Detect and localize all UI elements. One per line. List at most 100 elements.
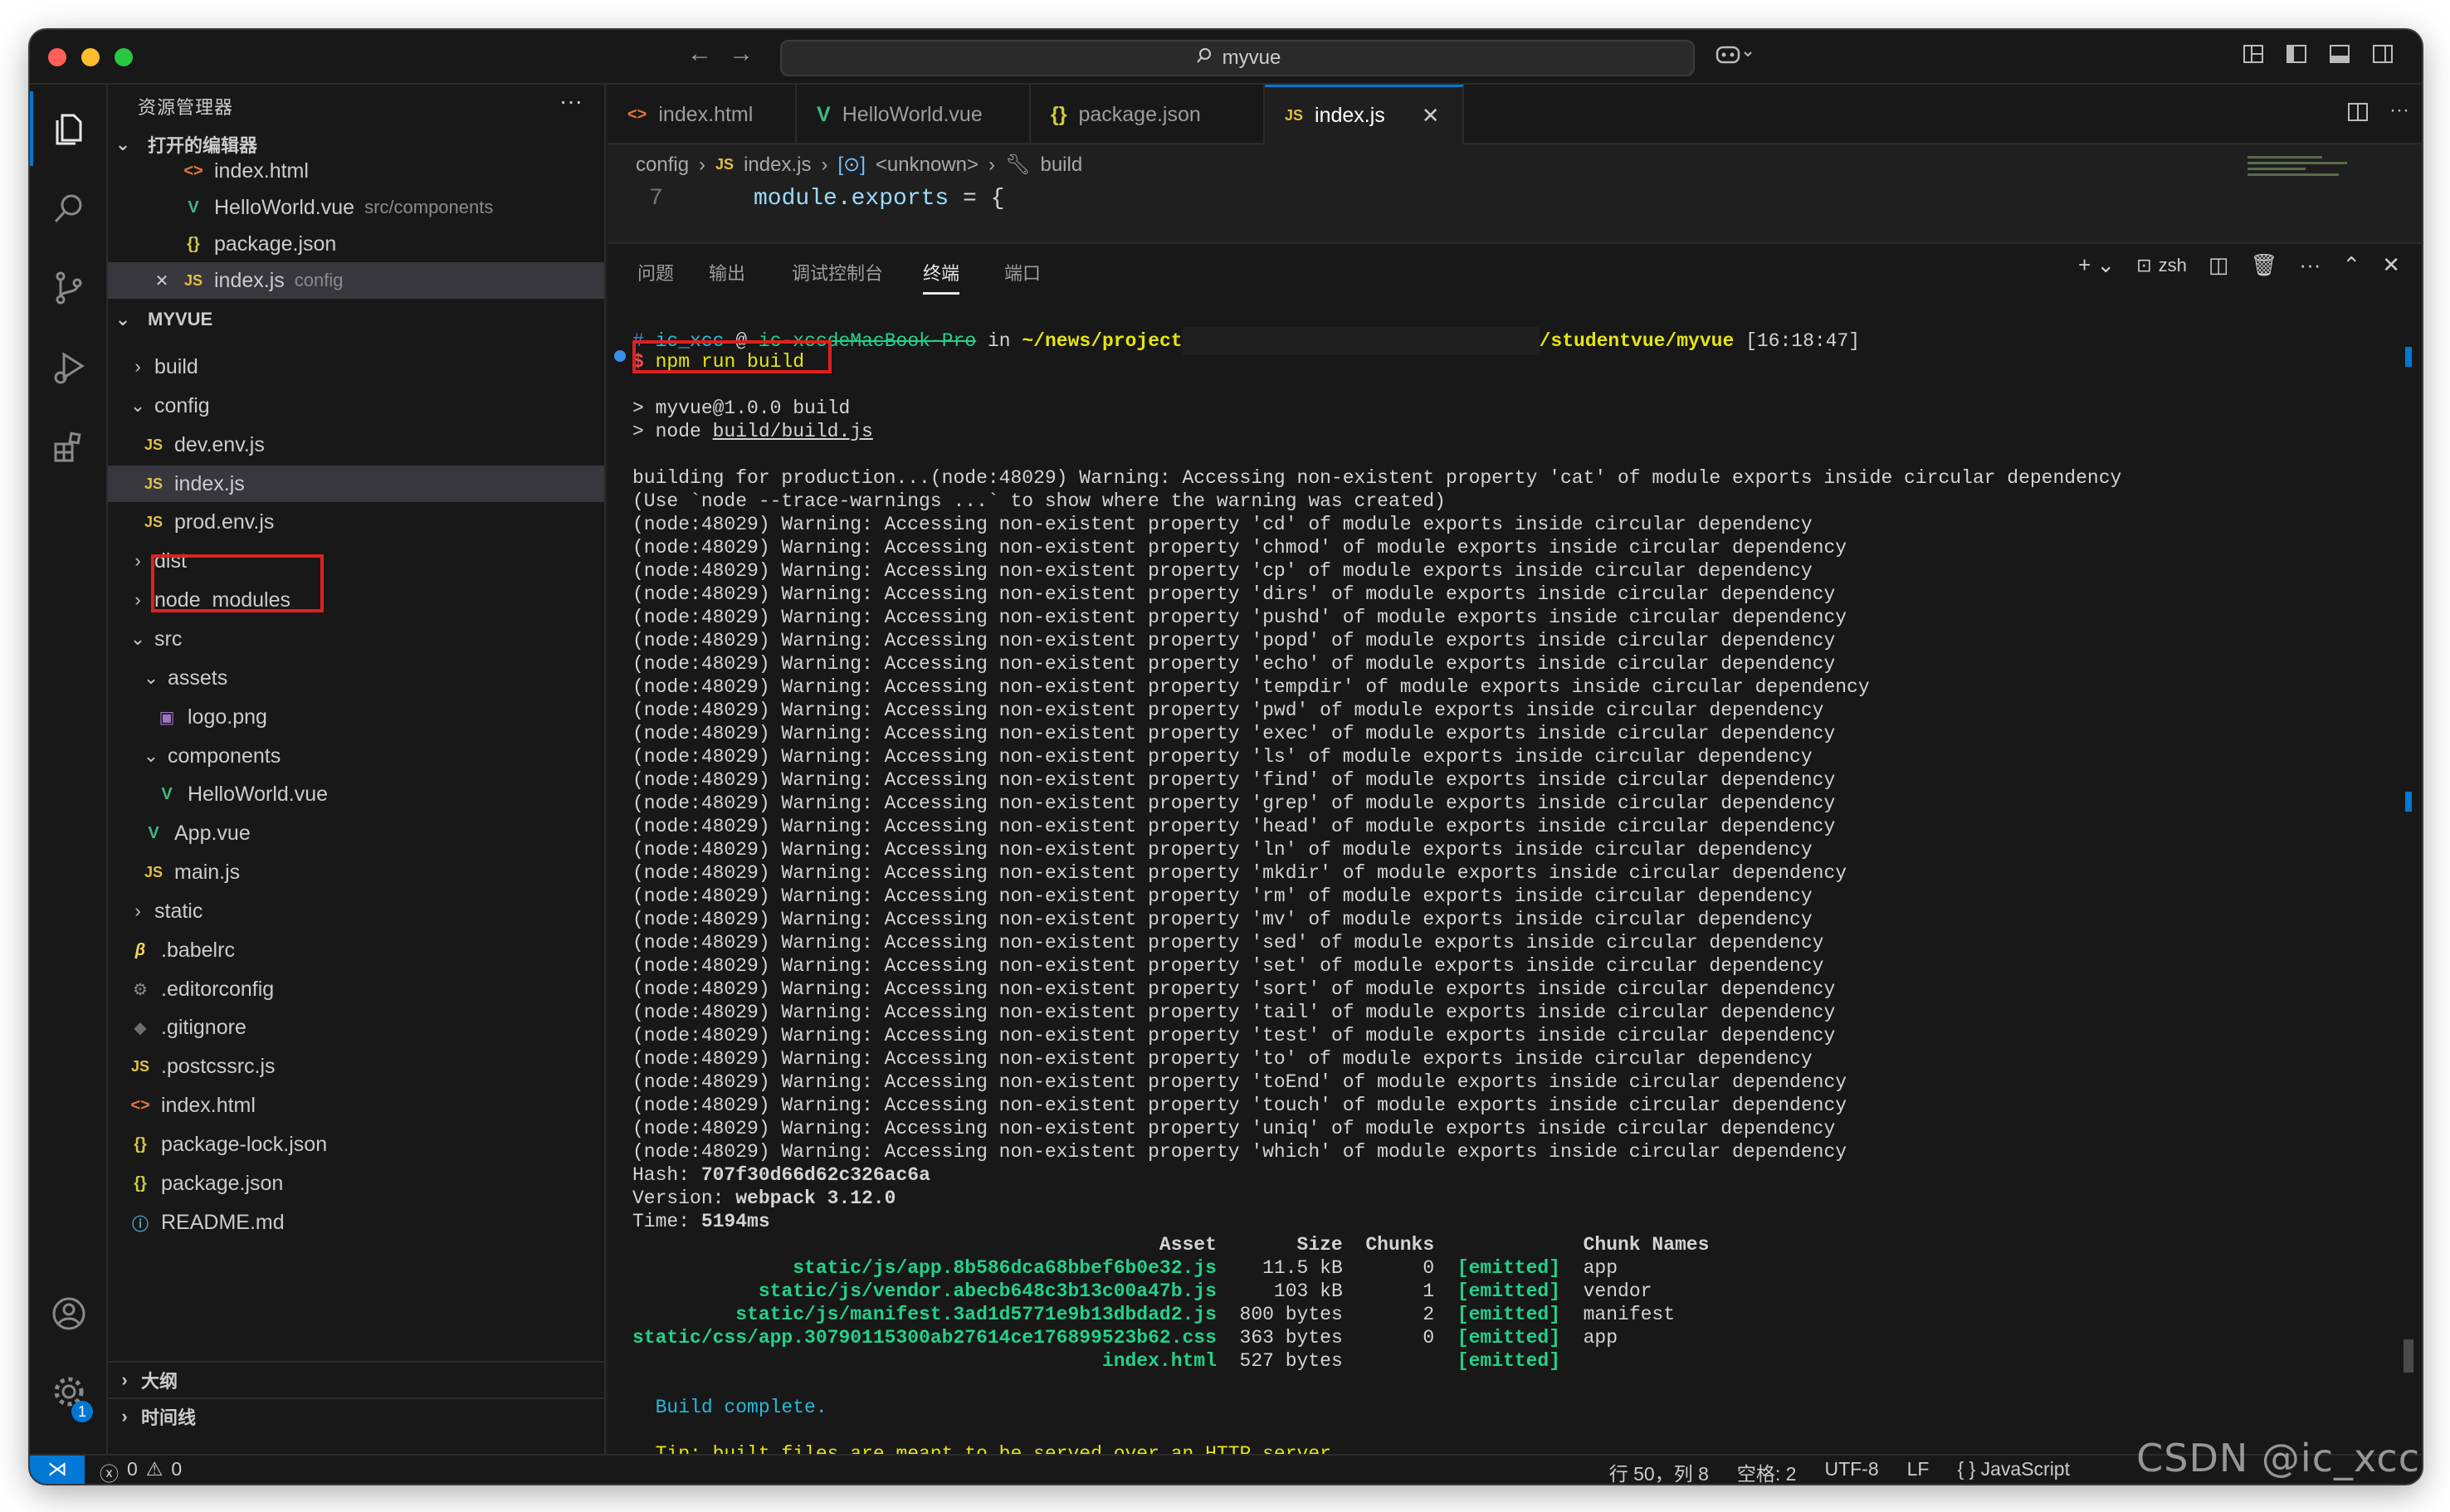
warning-line: (node:48029) Warning: Accessing non-exis… [632,793,1836,814]
more-actions-icon[interactable]: ··· [559,88,583,115]
terminal-output[interactable]: # ic_xcc @ ic-xccdeMacBook-Pro in ~/news… [632,327,2392,1466]
terminal-script-line: > node build/build.js [632,421,873,442]
vue-file-icon: V [148,823,159,842]
maximize-window-button[interactable] [115,48,133,66]
open-editor-item[interactable]: <> index.html [108,153,604,189]
breadcrumb-folder[interactable]: config [636,154,689,177]
end-of-line[interactable]: LF [1907,1458,1930,1484]
copilot-icon[interactable] [1710,43,1759,68]
tree-file[interactable]: ▣ logo.png [108,699,604,735]
tab-output[interactable]: 输出 [709,259,745,285]
tab-helloworld-vue[interactable]: V HelloWorld.vue [797,85,1031,144]
tree-folder[interactable]: ⌄ components [108,738,604,774]
open-editor-item-active[interactable]: ✕ JS index.js config [108,262,604,299]
watermark: CSDN @ic_xcc [2136,1436,2420,1480]
open-editor-item[interactable]: V HelloWorld.vue src/components [108,189,604,226]
tab-package-json[interactable]: {} package.json [1031,85,1265,144]
git-icon: ◆ [134,1018,147,1037]
source-control-icon[interactable] [30,251,108,325]
close-icon[interactable]: ✕ [151,271,173,291]
terminal-scrollbar[interactable] [2404,1339,2413,1373]
tree-file[interactable]: <> index.html [108,1087,604,1124]
js-file-icon: JS [144,436,163,453]
tree-file[interactable]: V App.vue [108,815,604,851]
forward-arrow-icon[interactable]: → [729,40,754,68]
split-terminal-icon[interactable]: ◫ [2208,252,2229,278]
tree-folder[interactable]: › static [108,893,604,929]
tree-folder[interactable]: ⌄ src [108,621,604,657]
tree-file[interactable]: ◆ .gitignore [108,1009,604,1046]
tree-folder[interactable]: › build [108,349,604,385]
back-arrow-icon[interactable]: ← [687,40,712,68]
editor-more-icon[interactable]: ··· [2387,98,2412,123]
asset-row: static/js/app.8b586dca68bbef6b0e32.js 11… [632,1257,1618,1279]
warning-line: (node:48029) Warning: Accessing non-exis… [632,1095,1847,1116]
breadcrumb-property[interactable]: build [1040,154,1082,177]
breadcrumb-file[interactable]: index.js [744,154,811,177]
toggle-panel-icon[interactable] [2327,43,2352,68]
manage-gear-icon[interactable]: 1 [30,1354,108,1429]
problems-status[interactable]: ⓧ 0 ⚠ 0 [100,1458,182,1484]
command-center-search[interactable]: myvue [780,40,1695,76]
tree-file[interactable]: JS index.js [108,466,604,502]
customize-layout-icon[interactable] [2241,43,2266,68]
close-window-button[interactable] [48,48,66,66]
close-tab-icon[interactable]: ✕ [1422,103,1440,129]
tab-debug-console[interactable]: 调试控制台 [792,259,883,285]
warning-line: (node:48029) Warning: Accessing non-exis… [632,1118,1836,1139]
babel-file-icon: β [134,940,146,959]
hash-line: Hash: 707f30d66d62c326ac6a [632,1164,930,1186]
toggle-secondary-sidebar-icon[interactable] [2370,43,2395,68]
tree-file[interactable]: V HelloWorld.vue [108,776,604,812]
timeline-section[interactable]: › 时间线 [108,1397,604,1434]
run-and-debug-icon[interactable] [30,330,108,405]
maximize-panel-icon[interactable]: ⌃ [2342,252,2360,278]
cursor-position[interactable]: 行 50，列 8 [1609,1458,1709,1484]
split-editor-icon[interactable] [2345,101,2370,126]
breadcrumb: config › JS index.js › [⊙] <unknown> › 🔧… [636,153,1082,177]
tree-file[interactable]: ⓘ README.md [108,1204,604,1241]
warning-line: (node:48029) Warning: Accessing non-exis… [632,932,1824,954]
open-editor-item[interactable]: {} package.json [108,226,604,262]
new-terminal-icon[interactable]: + ⌄ [2078,252,2115,278]
explorer-icon[interactable] [30,91,108,166]
terminal-prompt-line: # ic_xcc @ ic-xccdeMacBook-Pro in ~/news… [632,327,2392,355]
tree-file[interactable]: JS .postcssrc.js [108,1048,604,1085]
extensions-icon[interactable] [30,410,108,485]
encoding[interactable]: UTF-8 [1824,1458,1878,1484]
remote-indicator-icon[interactable]: ⋊ [30,1456,85,1484]
warning-line: (node:48029) Warning: Accessing non-exis… [632,607,1847,628]
close-panel-icon[interactable]: ✕ [2382,252,2400,278]
indentation[interactable]: 空格: 2 [1737,1458,1797,1484]
tab-ports[interactable]: 端口 [1004,259,1041,285]
tab-terminal[interactable]: 终端 [923,259,960,295]
highlight-dist-box [151,554,324,612]
tab-index-html[interactable]: <> index.html [608,85,797,144]
tab-problems[interactable]: 问题 [637,259,674,285]
outline-section[interactable]: › 大纲 [108,1361,604,1397]
trash-icon[interactable]: 🗑︎ [2250,252,2277,278]
language-mode[interactable]: { } JavaScript [1957,1458,2070,1484]
tree-file[interactable]: {} package-lock.json [108,1126,604,1163]
tree-file[interactable]: JS dev.env.js [108,427,604,463]
editor-tabs: <> index.html V HelloWorld.vue {} packag… [608,85,2422,144]
tree-file[interactable]: ⚙ .editorconfig [108,971,604,1007]
project-header[interactable]: ⌄ MYVUE [115,309,212,330]
tree-folder[interactable]: ⌄ config [108,388,604,424]
minimize-window-button[interactable] [81,48,100,66]
breadcrumb-symbol[interactable]: <unknown> [876,154,979,177]
minimap[interactable] [2247,156,2355,198]
code-line[interactable]: 7 module.exports = { [608,186,2422,219]
toggle-primary-sidebar-icon[interactable] [2284,43,2309,68]
terminal-shell-selector[interactable]: ⊡ zsh [2136,255,2187,276]
search-icon[interactable] [30,171,108,246]
warning-line: (node:48029) Warning: Accessing non-exis… [632,676,1870,698]
tree-file[interactable]: β .babelrc [108,932,604,968]
tree-file[interactable]: {} package.json [108,1165,604,1202]
tab-index-js[interactable]: JS index.js ✕ [1265,85,1464,144]
tree-file[interactable]: JS main.js [108,854,604,890]
tree-folder[interactable]: ⌄ assets [108,660,604,696]
accounts-icon[interactable] [30,1276,108,1351]
panel-more-icon[interactable]: ··· [2299,252,2321,278]
tree-file[interactable]: JS prod.env.js [108,504,604,540]
